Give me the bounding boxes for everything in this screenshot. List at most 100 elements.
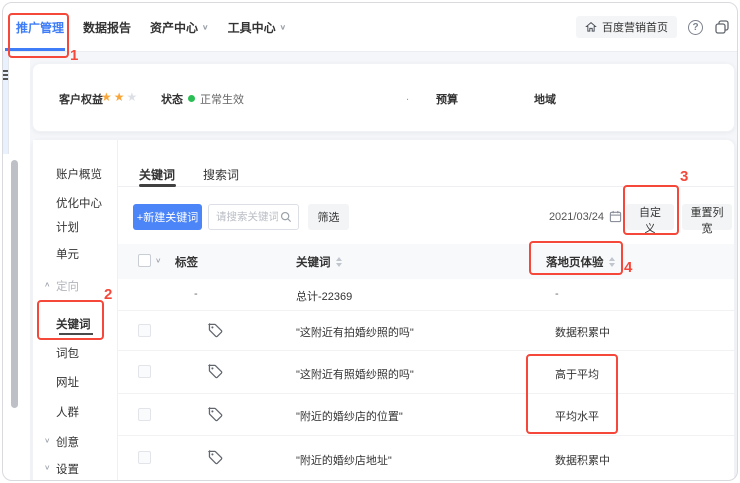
nav-tab-promotion[interactable]: 推广管理 — [16, 19, 64, 36]
sidebar-item-optimize-center[interactable]: 优化中心 — [33, 195, 118, 211]
star-icon: ★ — [127, 90, 140, 104]
calendar-icon[interactable] — [609, 210, 622, 223]
sidebar-item-label: 单元 — [56, 249, 79, 261]
table-row: "这附近有拍婚纱照的吗" 数据积累中 — [118, 311, 734, 351]
sidebar-item-label: 网址 — [56, 377, 79, 389]
sidebar-item-units[interactable]: 单元 — [33, 246, 118, 262]
sidebar-section-creatives[interactable]: ∨创意 — [33, 434, 118, 450]
sidebar-item-label: 账户概览 — [56, 169, 102, 181]
column-header-label: 落地页体验 — [546, 257, 604, 269]
keyword-search-input[interactable] — [216, 205, 278, 229]
selected-item-indicator — [59, 333, 93, 335]
sidebar-section-settings[interactable]: ∨ 设置 — [33, 461, 118, 477]
collapsed-side-strip — [2, 52, 9, 154]
select-all-checkbox[interactable] — [138, 254, 151, 267]
top-navbar: 推广管理 数据报告 资产中心 ∨ 工具中心 ∨ 百度营销首页 ? — [2, 2, 738, 52]
table-row: "附近的婚纱店的位置" 平均水平 — [118, 394, 734, 436]
landing-cell: 平均水平 — [555, 408, 599, 424]
rating-stars: ★★★ — [101, 90, 139, 104]
tag-icon[interactable] — [207, 449, 224, 466]
switch-account-icon[interactable] — [714, 19, 730, 35]
chevron-down-icon: ∨ — [202, 23, 209, 32]
landing-cell: 高于平均 — [555, 366, 599, 382]
menu-icon[interactable] — [2, 70, 8, 82]
sort-icon[interactable] — [335, 257, 343, 267]
filter-button[interactable]: 筛选 — [308, 204, 349, 230]
active-tab-indicator — [5, 48, 65, 51]
keyword-cell: "附近的婚纱店的位置" — [296, 408, 403, 424]
date-picker-value[interactable]: 2021/03/24 — [549, 211, 604, 223]
row-checkbox[interactable] — [138, 408, 151, 421]
customize-columns-button[interactable]: 自定义 — [626, 204, 674, 230]
sidebar-item-label: 关键词 — [56, 319, 91, 331]
account-info-card: 客户权益 ★★★ 状态 正常生效 . 预算 地域 — [32, 63, 735, 132]
reset-column-width-button[interactable]: 重置列宽 — [682, 204, 732, 230]
baidu-home-button[interactable]: 百度营销首页 — [576, 16, 677, 38]
nav-tab-label: 工具中心 — [228, 19, 276, 36]
keyword-cell: "附近的婚纱店地址" — [296, 452, 392, 468]
row-checkbox[interactable] — [138, 365, 151, 378]
nav-tab-tools[interactable]: 工具中心 ∨ — [228, 19, 287, 36]
star-icon: ★ — [101, 90, 114, 104]
status-value: 正常生效 — [200, 91, 244, 107]
landing-cell: 数据积累中 — [555, 452, 610, 468]
tag-icon[interactable] — [207, 322, 224, 339]
search-icon[interactable] — [280, 211, 292, 223]
baidu-marketing-console: 推广管理 数据报告 资产中心 ∨ 工具中心 ∨ 百度营销首页 ? — [0, 0, 740, 483]
sidebar-item-word-packages[interactable]: 词包 — [33, 345, 118, 361]
table-row-total: - 总计-22369 - — [118, 279, 734, 311]
tab-bar: 关键词 搜索词 — [118, 140, 734, 187]
nav-tab-label: 资产中心 — [150, 19, 198, 36]
tab-search-terms[interactable]: 搜索词 — [203, 166, 239, 183]
sidebar: 账户概览 优化中心 计划 单元 ∧定向 关键词 词包 网址 人群 ∨创意 ∨ 设置 — [33, 140, 118, 481]
landing-cell: - — [555, 288, 559, 300]
nav-tab-assets[interactable]: 资产中心 ∨ — [150, 19, 209, 36]
chevron-down-icon[interactable]: ∨ — [155, 256, 162, 265]
sidebar-item-audiences[interactable]: 人群 — [33, 404, 118, 420]
sidebar-section-targeting[interactable]: ∧定向 — [33, 278, 118, 294]
nav-tab-label: 数据报告 — [83, 19, 131, 36]
landing-cell: 数据积累中 — [555, 324, 610, 340]
sidebar-item-label: 优化中心 — [56, 198, 102, 210]
tab-keywords[interactable]: 关键词 — [139, 166, 175, 183]
budget-label: 预算 — [436, 91, 458, 107]
sidebar-item-label: 人群 — [56, 407, 79, 419]
new-keyword-button[interactable]: +新建关键词 — [133, 204, 202, 230]
sidebar-item-label: 设置 — [56, 464, 79, 476]
row-checkbox[interactable] — [138, 324, 151, 337]
region-label: 地域 — [534, 91, 556, 107]
sidebar-item-urls[interactable]: 网址 — [33, 374, 118, 390]
help-glyph: ? — [692, 22, 698, 33]
chevron-down-icon: ∨ — [44, 463, 51, 472]
active-tab-indicator — [139, 184, 176, 187]
sidebar-item-plans[interactable]: 计划 — [33, 219, 118, 235]
column-header-tag[interactable]: 标签 — [175, 254, 198, 270]
home-button-label: 百度营销首页 — [602, 19, 668, 35]
help-icon[interactable]: ? — [688, 20, 703, 35]
keyword-cell: "这附近有拍婚纱照的吗" — [296, 324, 414, 340]
tag-icon[interactable] — [207, 406, 224, 423]
scrollbar-thumb[interactable] — [11, 160, 18, 408]
row-checkbox[interactable] — [138, 451, 151, 464]
sidebar-item-label: 创意 — [56, 437, 79, 449]
chevron-down-icon: ∨ — [280, 23, 287, 32]
sidebar-item-keywords[interactable]: 关键词 — [33, 316, 118, 332]
main-pane: 关键词 搜索词 +新建关键词 筛选 2021/03/24 自定义 重置列宽 — [118, 140, 734, 481]
star-icon: ★ — [114, 90, 127, 104]
main-card: 账户概览 优化中心 计划 单元 ∧定向 关键词 词包 网址 人群 ∨创意 ∨设置… — [32, 139, 735, 481]
tag-icon[interactable] — [207, 363, 224, 380]
sort-icon[interactable] — [608, 257, 616, 267]
sidebar-item-label: 计划 — [56, 222, 79, 234]
tag-cell: - — [194, 288, 198, 300]
tab-label: 搜索词 — [203, 168, 239, 182]
nav-tab-reports[interactable]: 数据报告 — [83, 19, 131, 36]
tab-label: 关键词 — [139, 168, 175, 182]
chevron-up-icon: ∧ — [44, 280, 51, 289]
column-header-label: 关键词 — [296, 257, 331, 269]
rights-label: 客户权益 — [59, 91, 103, 107]
toolbar: +新建关键词 筛选 2021/03/24 自定义 重置列宽 — [118, 204, 734, 231]
table-row: "附近的婚纱店地址" 数据积累中 — [118, 436, 734, 480]
sidebar-item-account-overview[interactable]: 账户概览 — [33, 166, 118, 182]
column-header-landing-experience[interactable]: 落地页体验 — [546, 254, 616, 270]
column-header-keyword[interactable]: 关键词 — [296, 254, 343, 270]
